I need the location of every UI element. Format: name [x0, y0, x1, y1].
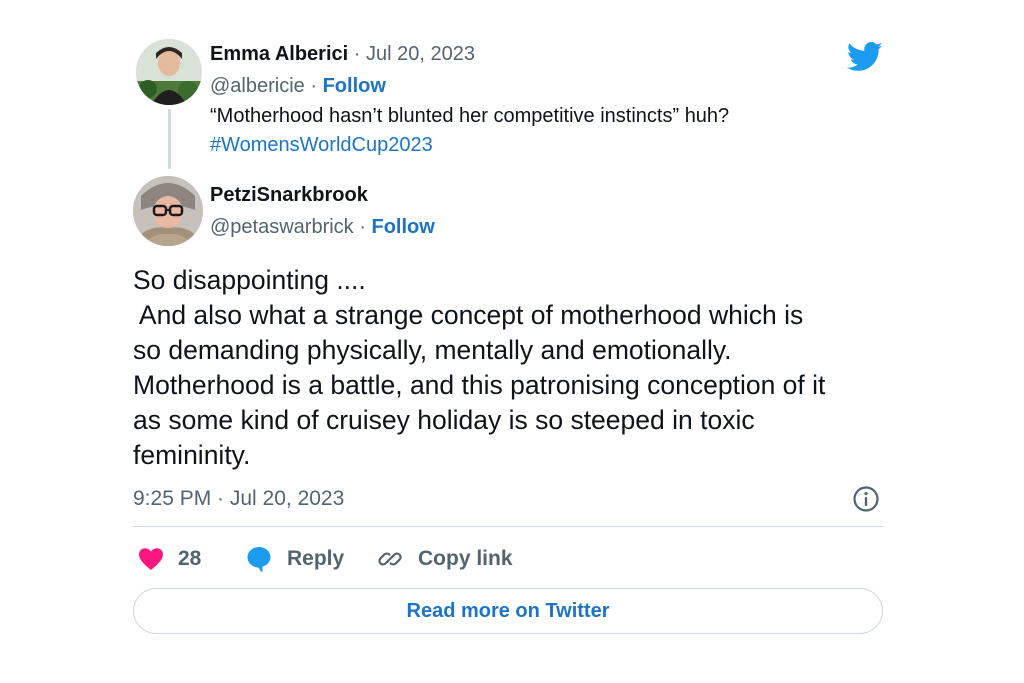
- quoted-tweet-date[interactable]: Jul 20, 2023: [366, 43, 475, 65]
- avatar-petzisnarkbrook[interactable]: [133, 176, 203, 246]
- tweet-header: PetziSnarkbrook: [210, 182, 368, 208]
- handle-separator: ·: [310, 75, 318, 97]
- twitter-bird-icon[interactable]: [847, 42, 883, 72]
- tweet-text-line: femininity.: [133, 440, 251, 470]
- embedded-tweet-card: Emma Alberici · Jul 20, 2023 @albericie …: [0, 0, 1024, 683]
- follow-link-author[interactable]: Follow: [371, 216, 434, 238]
- divider: [133, 526, 883, 527]
- avatar-emma-alberici[interactable]: [136, 39, 202, 105]
- quoted-tweet-body: “Motherhood hasn’t blunted her competiti…: [210, 105, 730, 127]
- follow-link-quoted[interactable]: Follow: [323, 75, 386, 97]
- tweet-timestamp[interactable]: 9:25 PM · Jul 20, 2023: [133, 486, 344, 512]
- hashtag-link[interactable]: #WomensWorldCup2023: [210, 131, 850, 160]
- author-display-name[interactable]: PetziSnarkbrook: [210, 184, 368, 206]
- tweet-text: So disappointing .... And also what a st…: [133, 263, 903, 473]
- header-separator: ·: [353, 43, 361, 65]
- copy-link-label: Copy link: [418, 547, 513, 570]
- copy-link-button[interactable]: Copy link: [376, 544, 513, 574]
- quoted-handle-row: @albericie · Follow: [210, 73, 386, 99]
- thread-connector-line: [168, 109, 171, 169]
- tweet-text-line: so demanding physically, mentally and em…: [133, 335, 732, 365]
- like-button[interactable]: 28: [138, 544, 201, 574]
- heart-icon: [139, 548, 163, 570]
- quoted-tweet-header: Emma Alberici · Jul 20, 2023: [210, 41, 475, 67]
- like-count: 28: [178, 547, 202, 570]
- reply-label: Reply: [287, 547, 345, 570]
- author-handle[interactable]: @petaswarbrick: [210, 216, 354, 238]
- link-icon: [378, 552, 402, 566]
- quoted-handle[interactable]: @albericie: [210, 75, 305, 97]
- author-handle-row: @petaswarbrick · Follow: [210, 214, 435, 240]
- tweet-text-line: So disappointing ....: [133, 265, 366, 295]
- speech-bubble-icon: [247, 547, 271, 572]
- tweet-text-line: as some kind of cruisey holiday is so st…: [133, 405, 755, 435]
- read-more-button[interactable]: Read more on Twitter: [133, 588, 883, 634]
- quoted-tweet-text: “Motherhood hasn’t blunted her competiti…: [210, 102, 850, 160]
- info-icon[interactable]: [852, 485, 880, 513]
- quoted-display-name[interactable]: Emma Alberici: [210, 43, 348, 65]
- reply-button[interactable]: Reply: [245, 544, 344, 574]
- handle-separator: ·: [359, 216, 366, 238]
- tweet-text-line: Motherhood is a battle, and this patroni…: [133, 370, 826, 400]
- tweet-text-line: And also what a strange concept of mothe…: [133, 300, 804, 330]
